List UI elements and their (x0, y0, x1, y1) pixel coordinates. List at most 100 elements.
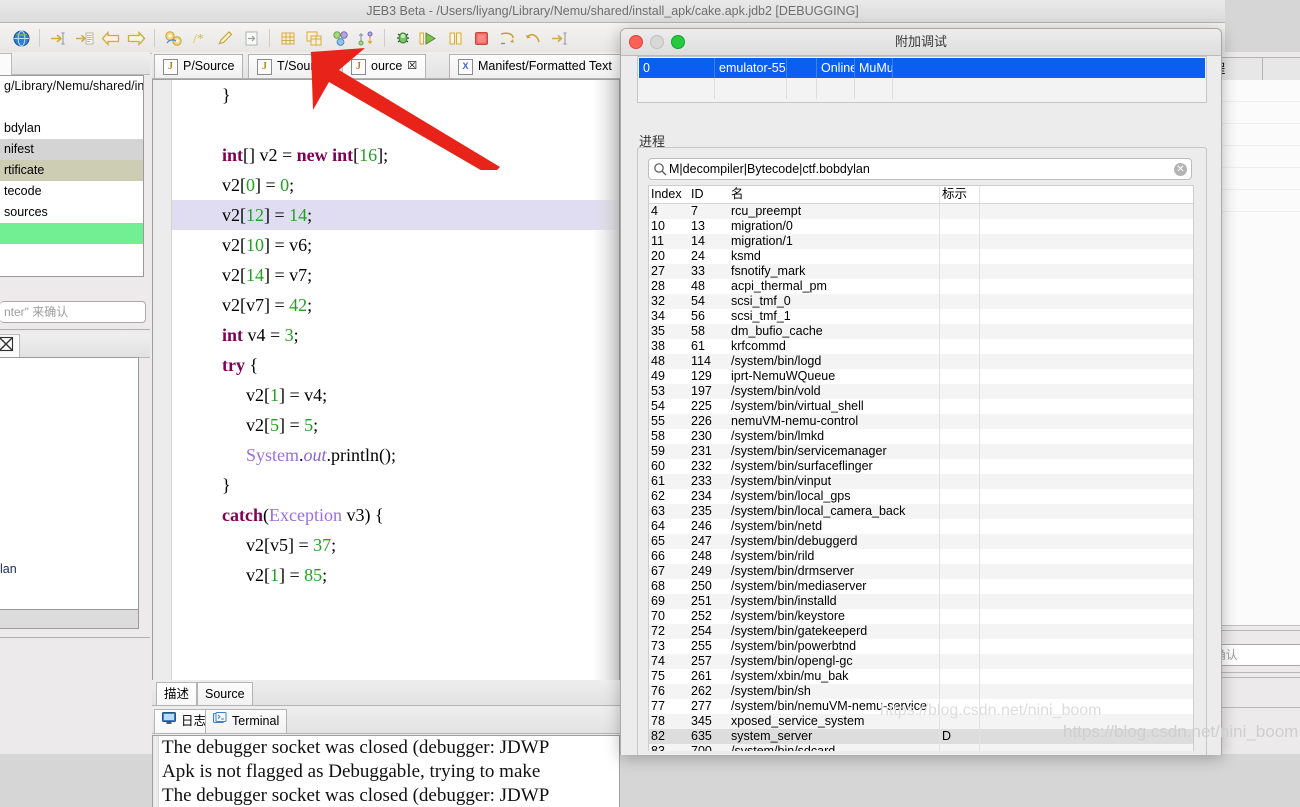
lower-panel-tab-close-icon[interactable] (0, 334, 20, 357)
step-into-icon[interactable] (47, 26, 69, 50)
pause-icon[interactable] (444, 26, 466, 50)
globe-icon[interactable] (10, 26, 32, 50)
tree-item-bobdylan[interactable]: bdylan (0, 118, 143, 139)
tree-item-certificate[interactable]: rtificate (0, 160, 143, 181)
process-rest (979, 609, 1193, 624)
project-tree[interactable]: g/Library/Nemu/shared/inst bdylan nifest… (0, 75, 144, 277)
process-row[interactable]: 11 14 migration/1 (649, 234, 1193, 249)
process-row[interactable]: 48 114/system/bin/logd (649, 354, 1193, 369)
process-row[interactable]: 35 58 dm_bufio_cache (649, 324, 1193, 339)
tab-description[interactable]: 描述 (156, 682, 198, 705)
process-row[interactable]: 83 700/system/bin/sdcard (649, 744, 1193, 751)
process-row[interactable]: 59 231/system/bin/servicemanager (649, 444, 1193, 459)
process-row[interactable]: 78 345 xposed_service_system (649, 714, 1193, 729)
resume-icon[interactable] (418, 26, 440, 50)
editor-tab-active-source[interactable]: J ource ☒ (342, 54, 427, 78)
process-row[interactable]: 76 262/system/bin/sh (649, 684, 1193, 699)
process-row[interactable]: 61 233/system/bin/vinput (649, 474, 1193, 489)
editor-tab-manifest[interactable]: X Manifest/Formatted Text (449, 54, 621, 78)
debug-icon[interactable] (392, 26, 414, 50)
comment-icon[interactable]: /* (188, 26, 210, 50)
process-row[interactable]: 10 13 migration/0 (649, 219, 1193, 234)
export-icon[interactable] (240, 26, 262, 50)
sort-icon[interactable] (355, 26, 377, 50)
process-row[interactable]: 67 249/system/bin/drmserver (649, 564, 1193, 579)
decompile-icon[interactable] (162, 26, 184, 50)
process-row[interactable]: 72 254/system/bin/gatekeeperd (649, 624, 1193, 639)
tree-item-blank-2[interactable] (0, 244, 143, 265)
process-id: 197 (691, 384, 712, 398)
device-row-empty[interactable] (639, 78, 1205, 99)
rename-icon[interactable] (214, 26, 236, 50)
code-token: 0 (280, 175, 290, 195)
tree-item-selected[interactable] (0, 223, 143, 244)
process-row[interactable]: 62 234/system/bin/local_gps (649, 489, 1193, 504)
process-id: 231 (691, 444, 712, 458)
project-explorer-tab[interactable] (0, 53, 12, 75)
process-rest (979, 369, 1193, 384)
tree-item-bytecode[interactable]: tecode (0, 181, 143, 202)
process-row[interactable]: 73 255/system/bin/powerbtnd (649, 639, 1193, 654)
tree-item-resources[interactable]: sources (0, 202, 143, 223)
process-row[interactable]: 64 246/system/bin/netd (649, 519, 1193, 534)
process-row[interactable]: 70 252/system/bin/keystore (649, 609, 1193, 624)
xml-file-icon: X (458, 58, 473, 75)
step-over-debug-icon[interactable] (496, 26, 518, 50)
process-row[interactable]: 75 261/system/xbin/mu_bak (649, 669, 1193, 684)
process-row[interactable]: 77 277/system/bin/nemuVM-nemu-service (649, 699, 1193, 714)
editor-tab-p-source[interactable]: J P/Source (154, 54, 244, 78)
process-row[interactable]: 38 61 krfcommd (649, 339, 1193, 354)
process-row[interactable]: 28 48 acpi_thermal_pm (649, 279, 1193, 294)
process-row[interactable]: 53 197/system/bin/vold (649, 384, 1193, 399)
process-search-input[interactable]: M|decompiler|Bytecode|ctf.bobdylan ✕ (648, 158, 1192, 180)
process-rest (979, 444, 1193, 459)
stop-icon[interactable] (470, 26, 492, 50)
tab-terminal[interactable]: Terminal (205, 709, 288, 733)
clear-icon[interactable]: ✕ (1174, 162, 1187, 176)
monitor-icon (162, 710, 176, 733)
run-to-line-icon[interactable] (548, 26, 570, 50)
process-row[interactable]: 27 33 fsnotify_mark (649, 264, 1193, 279)
java-file-icon: J (351, 58, 366, 75)
tree-filter-input[interactable]: nter" 来确认 (0, 301, 146, 323)
device-row-selected[interactable]: 0 emulator-5554 Online MuMu (639, 58, 1205, 78)
close-icon[interactable]: ☒ (407, 55, 417, 78)
graph-icon[interactable] (329, 26, 351, 50)
tree-item-root[interactable]: g/Library/Nemu/shared/inst (0, 76, 143, 97)
process-row[interactable]: 63 235/system/bin/local_camera_back (649, 504, 1193, 519)
process-row[interactable]: 32 54 scsi_tmf_0 (649, 294, 1193, 309)
tree-item-blank[interactable] (0, 97, 143, 118)
code-editor[interactable]: } int[] v2 = new int[16]; v2[0] = 0; v2[12… (152, 79, 620, 681)
device-table[interactable]: 0 emulator-5554 Online MuMu (637, 56, 1207, 103)
dialog-titlebar[interactable]: 附加调试 (621, 29, 1221, 56)
tab-source[interactable]: Source (197, 682, 253, 705)
process-row[interactable]: 69 251/system/bin/installd (649, 594, 1193, 609)
navigate-back-icon[interactable] (99, 26, 121, 50)
process-row[interactable]: 34 56 scsi_tmf_1 (649, 309, 1193, 324)
process-table[interactable]: Index ID 名 标示 4 7 rcu_preempt 10 13 migration… (648, 185, 1194, 751)
process-row[interactable]: 4 7 rcu_preempt (649, 204, 1193, 219)
process-row[interactable]: 74 257/system/bin/opengl-gc (649, 654, 1193, 669)
log-output[interactable]: The debugger socket was closed (debugger… (152, 735, 620, 807)
grid-icon[interactable] (277, 26, 299, 50)
process-row[interactable]: 68 250/system/bin/mediaserver (649, 579, 1193, 594)
step-over-icon[interactable] (73, 26, 95, 50)
process-row[interactable]: 20 24 ksmd (649, 249, 1193, 264)
editor-tab-label: P/Source (183, 59, 235, 73)
process-name: /system/bin/installd (731, 594, 837, 608)
process-row[interactable]: 49 129 iprt-NemuWQueue (649, 369, 1193, 384)
process-row[interactable]: 58 230/system/bin/lmkd (649, 429, 1193, 444)
grid2-icon[interactable] (303, 26, 325, 50)
editor-tab-t-source[interactable]: J T/Source (248, 54, 337, 78)
process-row[interactable]: 65 247/system/bin/debuggerd (649, 534, 1193, 549)
process-row[interactable]: 55 226 nemuVM-nemu-control (649, 414, 1193, 429)
navigate-forward-icon[interactable] (125, 26, 147, 50)
process-row[interactable]: 54 225/system/bin/virtual_shell (649, 399, 1193, 414)
process-row[interactable]: 66 248/system/bin/rild (649, 549, 1193, 564)
tree-item-manifest[interactable]: nifest (0, 139, 143, 160)
process-name: /system/bin/virtual_shell (731, 399, 864, 413)
step-return-icon[interactable] (522, 26, 544, 50)
process-row[interactable]: 60 232/system/bin/surfaceflinger (649, 459, 1193, 474)
process-row[interactable]: 82 635 system_server D (649, 729, 1193, 744)
lower-panel-content[interactable]: lan (0, 357, 139, 621)
